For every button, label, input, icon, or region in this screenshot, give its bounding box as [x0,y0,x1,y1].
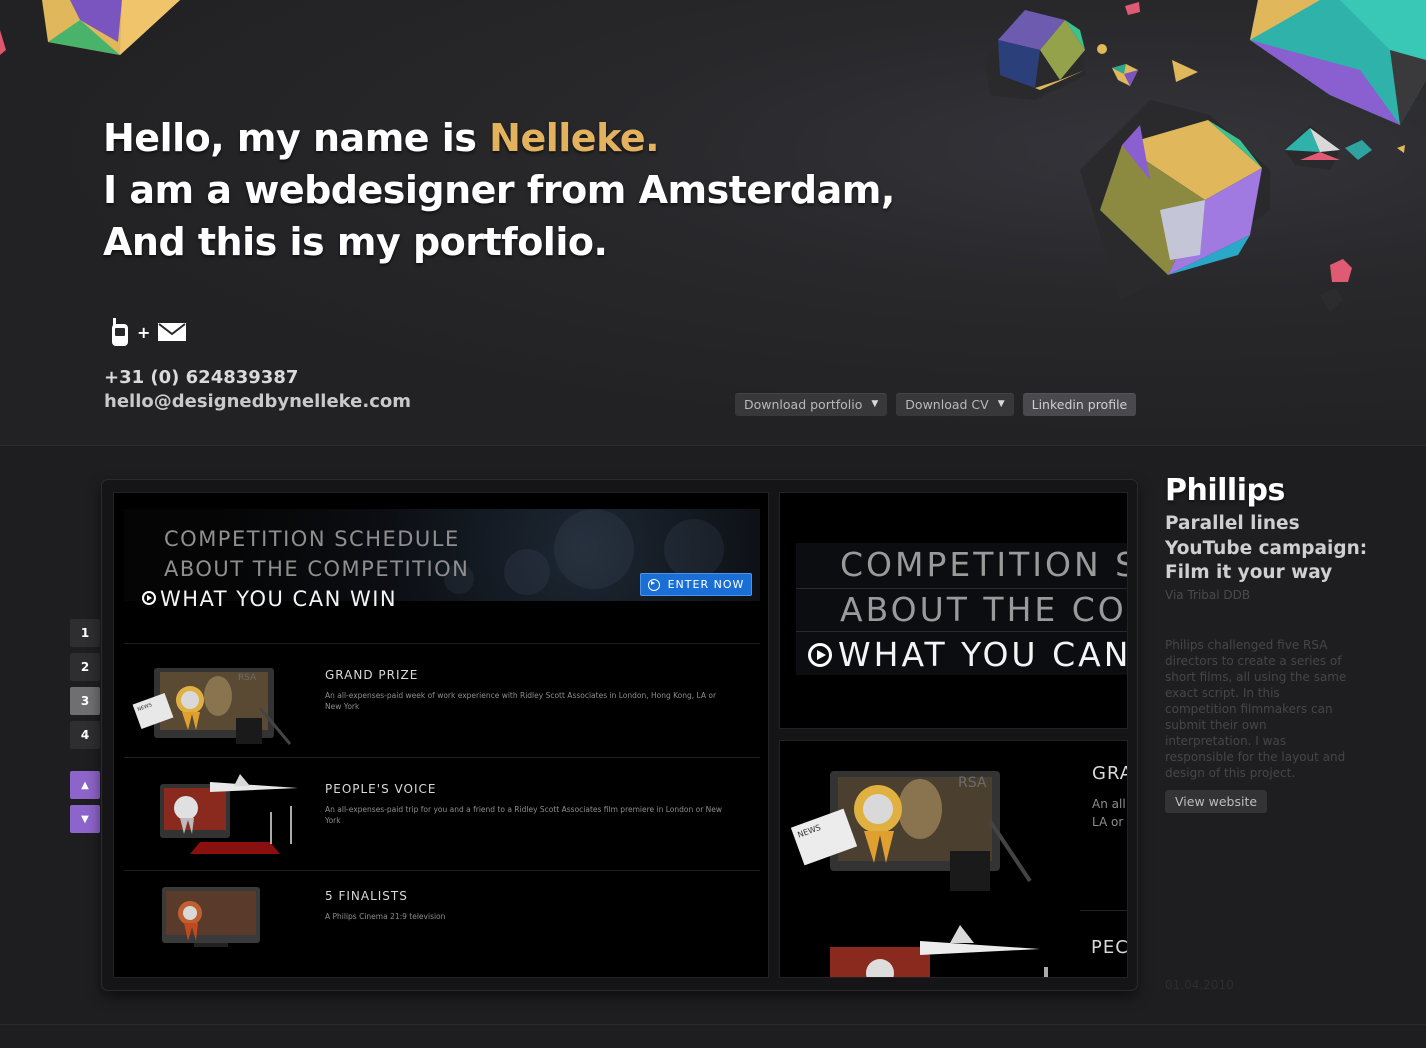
prize-description: An all-expenses-paid trip for you and a … [325,805,723,825]
prize-description: A Philips Cinema 21:9 television [325,912,446,921]
intro-line-3: And this is my portfolio. [103,220,608,264]
prize-title: PEOPLE'S VOICE [325,782,437,796]
contact-details: +31 (0) 624839387 hello@designedbynellek… [104,366,411,414]
download-portfolio-button[interactable]: Download portfolio ▼ [735,393,888,416]
zoom-prize-title: GRA [1092,763,1127,784]
arrow-up-icon[interactable]: ▲ [70,771,100,799]
project-date: 01.04.2010 [1165,978,1234,992]
prize-row-grand: RSA NEWS GRAND PRIZE An all-expenses-pai… [124,643,760,757]
bokeh-light [664,519,724,579]
play-icon [808,642,832,667]
zoom-menu-item-schedule: COMPETITION S [840,545,1128,584]
page-1-button[interactable]: 1 [70,619,100,647]
header-buttons: Download portfolio ▼ Download CV ▼ Linke… [735,393,1137,416]
zoom-prize-description: An all LA or [1092,795,1126,831]
peoples-voice-image [160,774,298,854]
project-subtitle: Parallel lines YouTube campaign: Film it… [1165,512,1367,586]
intro-line-1-prefix: Hello, my name is [103,116,490,160]
menu-item-win-label: WHAT YOU CAN WIN [160,587,398,611]
project-subtitle-line: YouTube campaign: [1165,537,1368,559]
tv-logo: RSA [958,775,987,791]
arrow-down-icon[interactable]: ▼ [70,805,100,833]
play-icon [142,591,156,605]
view-website-button[interactable]: View website [1165,790,1268,813]
header: Hello, my name is Nelleke. I am a webdes… [0,0,1426,446]
intro-heading: Hello, my name is Nelleke. I am a webdes… [103,112,895,268]
caret-down-icon: ▼ [871,399,879,409]
zoom-prize-description-line: An all [1092,797,1126,811]
email-address[interactable]: hello@designedbynelleke.com [104,390,411,414]
prize-description: An all-expenses-paid week of work experi… [325,691,717,711]
download-cv-button[interactable]: Download CV ▼ [896,393,1014,416]
pager-spacer [70,755,100,765]
phone-number: +31 (0) 624839387 [104,367,299,388]
prize-row-finalists: 5 FINALISTS A Philips Cinema 21:9 televi… [124,870,760,977]
name-highlight: Nelleke. [489,116,660,160]
intro-line-1: Hello, my name is Nelleke. [103,112,895,164]
download-portfolio-label: Download portfolio [744,397,863,412]
prize-title: 5 FINALISTS [325,889,408,903]
zoom-menu-item-win-label: WHAT YOU CAN [838,635,1128,674]
zoom-menu-item-about: ABOUT THE CON [840,590,1128,629]
divider [1080,910,1127,911]
project-screenshot-zoom-menu[interactable]: COMPETITION S ABOUT THE CON WHAT YOU CAN [779,492,1128,729]
zoom-prize-description-line: LA or [1092,815,1124,829]
menu-item-schedule: COMPETITION SCHEDULE [164,527,460,551]
project-agency: Via Tribal DDB [1165,588,1251,602]
footer-divider [0,1024,1426,1025]
mail-icon [158,323,187,341]
intro-line-2: I am a webdesigner from Amsterdam, [103,168,895,212]
bokeh-light [504,549,550,595]
project-subtitle-line: Film it your way [1165,562,1333,583]
phone-icon [112,318,128,346]
plus-sign: + [137,322,151,342]
project-screenshot-zoom-prizes[interactable]: RSA NEWS GRA An all LA or PEC [779,740,1128,978]
play-icon [647,578,660,591]
prize-title: GRAND PRIZE [325,668,419,682]
linkedin-profile-button[interactable]: Linkedin profile [1022,393,1137,416]
enter-now-button: ENTER NOW [640,573,752,596]
contact-icons: + [110,316,187,348]
page-4-button[interactable]: 4 [70,721,100,749]
divider [796,588,1127,589]
project-screenshot-main[interactable]: COMPETITION SCHEDULE ABOUT THE COMPETITI… [113,492,769,978]
caret-down-icon: ▼ [997,399,1005,409]
zoom-peoples-voice-image [830,925,1048,977]
zoom-menu-item-win: WHAT YOU CAN [808,635,1128,674]
download-cv-label: Download CV [905,397,989,412]
prize-row-peoples-voice: PEOPLE'S VOICE An all-expenses-paid trip… [124,757,760,871]
portfolio-pager: 1 2 3 4 ▲ ▼ [70,619,100,833]
enter-now-label: ENTER NOW [667,578,745,591]
menu-item-about: ABOUT THE COMPETITION [164,557,470,581]
page-2-button[interactable]: 2 [70,653,100,681]
divider [796,631,1127,632]
project-description: Philips challenged five RSA directors to… [1165,638,1347,780]
linkedin-profile-label: Linkedin profile [1031,397,1128,412]
project-subtitle-line: Parallel lines [1165,513,1300,534]
zoom-grand-prize-image: RSA NEWS [790,771,1032,891]
page-3-button[interactable]: 3 [70,687,100,715]
bokeh-light [554,509,634,589]
project-title: Phillips [1165,473,1285,508]
menu-item-win: WHAT YOU CAN WIN [142,587,397,611]
zoom-prize-title-2: PEC [1091,937,1128,958]
finalists-image [162,887,260,947]
grand-prize-image: RSA NEWS [132,668,292,745]
tv-logo: RSA [238,673,257,683]
